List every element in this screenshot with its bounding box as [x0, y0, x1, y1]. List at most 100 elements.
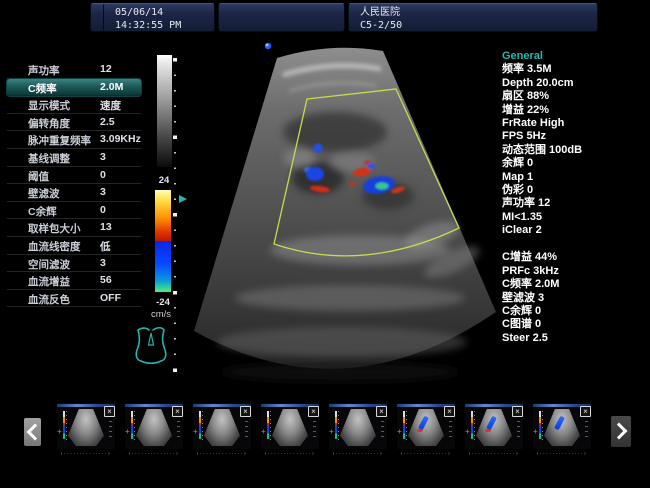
thumbnail-close-icon[interactable]: ×	[444, 406, 455, 417]
thumb-colorbar	[471, 411, 473, 439]
thumbnail-6[interactable]: × ‹··············›	[397, 403, 455, 458]
info-line: Map 1	[502, 171, 648, 184]
sidebar-item-c-frequency[interactable]: C频率2.0M	[7, 79, 141, 97]
info-line: 壁滤波 3	[502, 292, 648, 305]
ultrasound-image	[182, 40, 502, 385]
thumb-marker-icon	[397, 428, 402, 436]
info-line: 余辉 0	[502, 157, 648, 170]
param-label: 声功率	[28, 63, 60, 78]
thumbnail-8[interactable]: × ‹··············›	[533, 403, 591, 458]
thumb-marker-icon	[57, 428, 62, 436]
thumb-colorbar	[63, 411, 65, 439]
param-value: OFF	[100, 292, 121, 304]
thumbnail-close-icon[interactable]: ×	[580, 406, 591, 417]
thumb-colorbar	[539, 411, 541, 439]
thumb-ruler	[134, 411, 135, 441]
thumbnail-close-icon[interactable]: ×	[308, 406, 319, 417]
thumbnail-caption: ‹··············›	[57, 451, 115, 458]
thumbnail-caption: ‹··············›	[533, 451, 591, 458]
strip-previous-button[interactable]	[24, 418, 41, 446]
info-line: 动态范围 100dB	[502, 144, 648, 157]
param-value: 56	[100, 274, 112, 286]
thumbnail-close-icon[interactable]: ×	[172, 406, 183, 417]
thumbnail-close-icon[interactable]: ×	[240, 406, 251, 417]
thumb-ruler	[202, 411, 203, 441]
strip-next-button[interactable]	[611, 416, 631, 447]
topbar-patient-box	[218, 3, 345, 32]
sidebar-item-baseline[interactable]: 基线调整3	[7, 149, 141, 167]
param-label: 偏转角度	[28, 116, 70, 131]
ultrasound-app-screen: 05/06/14 14:32:55 PM 人民医院 C5-2/50 声功率 12 …	[0, 0, 650, 488]
param-label: C频率	[28, 81, 57, 96]
thumb-colorbar	[403, 411, 405, 439]
param-label: 血流反色	[28, 292, 70, 307]
sidebar-item-line-density[interactable]: 血流线密度低	[7, 237, 141, 255]
param-value: 2.5	[100, 116, 115, 128]
info-line: Depth 20.0cm	[502, 77, 648, 90]
sidebar-item-threshold[interactable]: 阈值0	[7, 167, 141, 185]
sector-fan	[194, 48, 496, 382]
info-line: 增益 22%	[502, 104, 648, 117]
thumb-ruler	[542, 411, 543, 441]
thumb-ruler	[406, 411, 407, 441]
thumbnail-close-icon[interactable]: ×	[512, 406, 523, 417]
velocity-unit-label: cm/s	[147, 309, 175, 320]
chevron-right-icon	[611, 423, 628, 440]
thumb-colorbar	[267, 411, 269, 439]
thumbnail-1[interactable]: × ‹··············›	[57, 403, 115, 458]
sidebar-item-display-mode[interactable]: 显示模式速度	[7, 96, 141, 114]
info-line: 伪彩 0	[502, 184, 648, 197]
thumbnail-3[interactable]: × ‹··············›	[193, 403, 251, 458]
param-label: 阈值	[28, 169, 49, 184]
sidebar-item-packet-size[interactable]: 取样包大小13	[7, 219, 141, 237]
thumb-sector-image	[544, 409, 580, 446]
topbar-hospital-box: 人民医院 C5-2/50	[348, 3, 598, 32]
thumbnail-close-icon[interactable]: ×	[104, 406, 115, 417]
thumb-marker-icon	[193, 428, 198, 436]
thumb-doppler-red	[417, 429, 423, 432]
param-value: 13	[100, 221, 112, 233]
thumb-sector-image	[340, 409, 376, 446]
thumbnail-caption: ‹··············›	[193, 451, 251, 458]
info-line: 频率 3.5M	[502, 63, 648, 76]
thumbnail-close-icon[interactable]: ×	[376, 406, 387, 417]
thumb-doppler-red	[485, 429, 491, 432]
info-line: FrRate High	[502, 117, 648, 130]
thumb-marker-icon	[261, 428, 266, 436]
image-info-panel: General 频率 3.5M Depth 20.0cm 扇区 88% 增益 2…	[502, 50, 648, 345]
sidebar-item-acoustic-power[interactable]: 声功率 12	[7, 61, 141, 79]
param-label: 脉冲重复频率	[28, 133, 91, 148]
thumbnail-4[interactable]: × ‹··············›	[261, 403, 319, 458]
sidebar-item-wall-filter[interactable]: 壁滤波3	[7, 184, 141, 202]
thumbnail-5[interactable]: × ‹··············›	[329, 403, 387, 458]
chevron-left-icon	[27, 424, 44, 441]
thumb-colorbar	[335, 411, 337, 439]
param-value: 3.09KHz	[100, 133, 141, 145]
param-label: 血流线密度	[28, 239, 81, 254]
thumbnail-caption: ‹··············›	[125, 451, 183, 458]
colorbar-positive-flow	[155, 190, 171, 241]
sidebar-item-c-persistence[interactable]: C余辉0	[7, 202, 141, 220]
parameter-sidebar: 声功率 12 C频率2.0M 显示模式速度 偏转角度 2.5 脉冲重复频率 3.09K…	[7, 61, 141, 307]
info-line: C频率 2.0M	[502, 278, 648, 291]
param-value: 3	[100, 151, 106, 163]
thumb-marker-icon	[329, 428, 334, 436]
hospital-name: 人民医院	[360, 6, 591, 19]
info-line: PRFc 3kHz	[502, 265, 648, 278]
thumb-colorbar	[131, 411, 133, 439]
topbar-datetime-box: 05/06/14 14:32:55 PM	[103, 3, 215, 32]
thumb-sector-image	[204, 409, 240, 446]
sidebar-item-flow-gain[interactable]: 血流增益56	[7, 272, 141, 290]
info-line: FPS 5Hz	[502, 130, 648, 143]
thumbnail-2[interactable]: × ‹··············›	[125, 403, 183, 458]
sidebar-item-steer-angle[interactable]: 偏转角度 2.5	[7, 114, 141, 132]
date-text: 05/06/14	[115, 6, 208, 19]
sidebar-item-spatial-filter[interactable]: 空间滤波3	[7, 255, 141, 273]
thumbnail-caption: ‹··············›	[261, 451, 319, 458]
thumbnail-7[interactable]: × ‹··············›	[465, 403, 523, 458]
grayscale-map-bar	[157, 55, 172, 167]
info-line: 声功率 12	[502, 197, 648, 210]
sidebar-item-flow-invert[interactable]: 血流反色 OFF	[7, 290, 141, 308]
param-value: 12	[100, 63, 112, 75]
sidebar-item-prf[interactable]: 脉冲重复频率 3.09KHz	[7, 131, 141, 149]
